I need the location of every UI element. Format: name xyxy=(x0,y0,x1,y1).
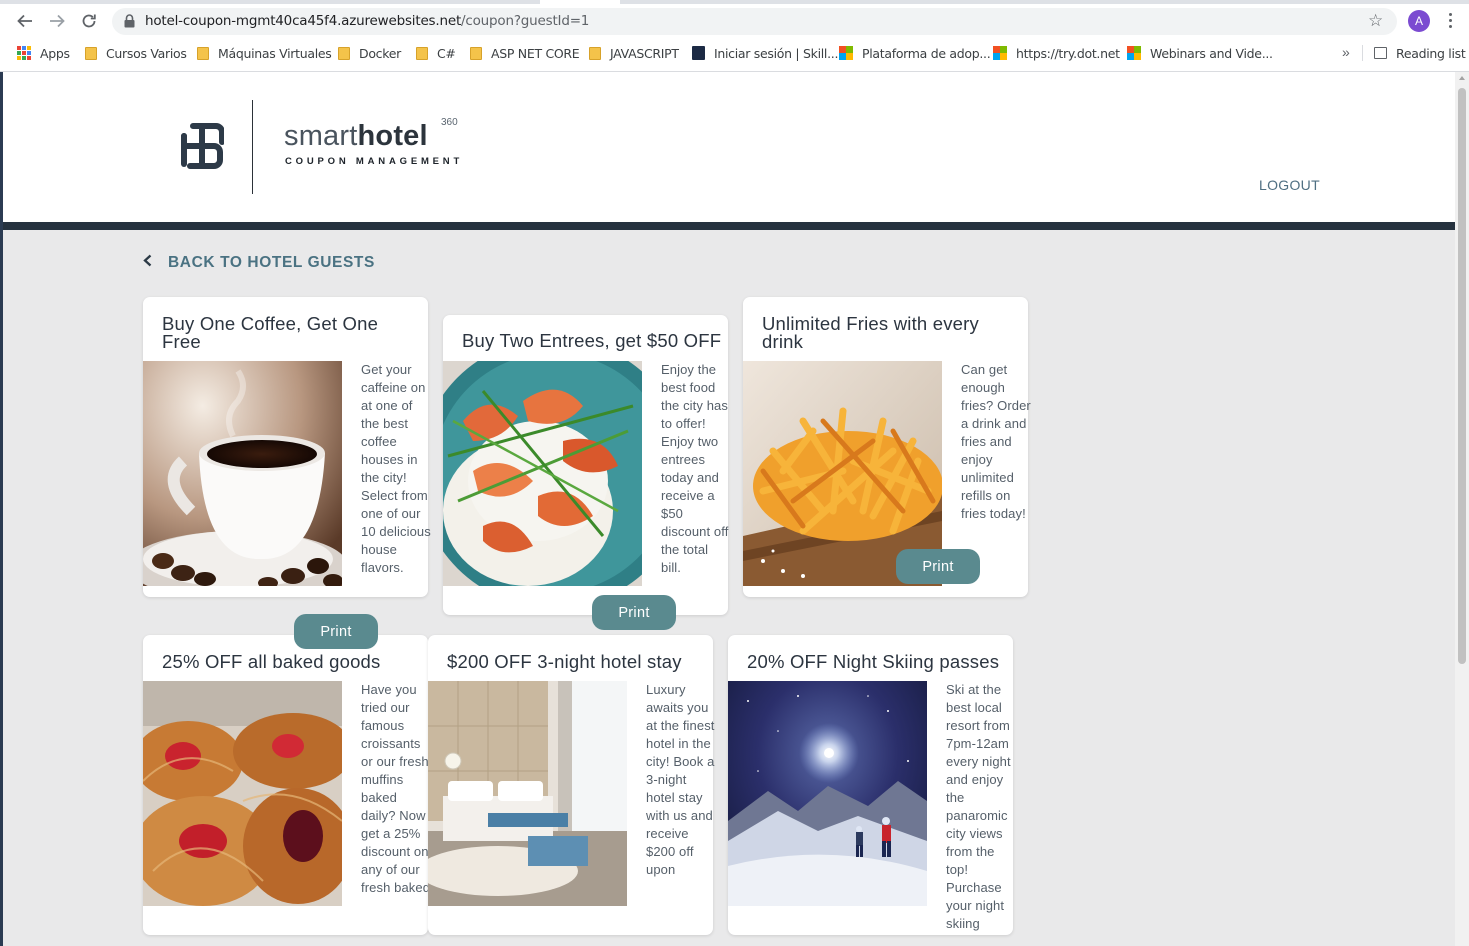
night-skiing-image xyxy=(728,681,927,906)
header-divider-bar xyxy=(3,222,1455,230)
coupon-description: Have you tried our famous croissants or … xyxy=(361,682,431,895)
reading-list-button[interactable]: Reading list xyxy=(1374,42,1466,64)
coupon-description: Enjoy the best food the city has to offe… xyxy=(661,362,729,575)
logo-divider xyxy=(252,100,253,194)
back-to-guests-link[interactable]: BACK TO HOTEL GUESTS xyxy=(143,254,375,272)
coupon-title: Buy One Coffee, Get One Free xyxy=(162,313,379,352)
coupon-card: Buy Two Entrees, get $50 OFF Enjoy the b… xyxy=(443,315,728,615)
print-button[interactable]: Print xyxy=(896,549,980,584)
coupon-description: Luxury awaits you at the finest hotel in… xyxy=(646,682,715,877)
reading-list-icon xyxy=(1374,47,1387,59)
microsoft-icon xyxy=(1127,46,1141,60)
coupon-title: Buy Two Entrees, get $50 OFF xyxy=(462,330,722,351)
brand-name: smarthotel xyxy=(284,120,428,152)
forward-arrow-icon[interactable] xyxy=(45,9,69,33)
folder-icon xyxy=(470,46,482,60)
folder-icon xyxy=(197,46,209,60)
bookmark-star-icon[interactable]: ☆ xyxy=(1368,11,1383,31)
bookmark-try-dot-net[interactable]: https://try.dot.net xyxy=(993,42,1120,64)
bookmark-webinars[interactable]: Webinars and Vide... xyxy=(1127,42,1273,64)
coupon-description: Can get enough fries? Order a drink and … xyxy=(961,362,1031,521)
folder-icon xyxy=(589,46,601,60)
brand-superscript: 360 xyxy=(441,117,458,128)
lock-icon xyxy=(124,14,135,33)
coupon-title: 20% OFF Night Skiing passes xyxy=(747,651,1000,672)
page-scrollbar[interactable] xyxy=(1455,72,1469,946)
bookmark-maquinas-virtuales[interactable]: Máquinas Virtuales xyxy=(197,42,332,64)
folder-icon xyxy=(85,46,97,60)
bookmarks-divider xyxy=(1362,45,1363,61)
coupon-card: Unlimited Fries with every drink Can get… xyxy=(743,297,1031,597)
coupon-card: 25% OFF all baked goods Have you tried o… xyxy=(143,635,431,935)
brand-subtitle: COUPON MANAGEMENT xyxy=(285,156,464,167)
shrimp-entree-image xyxy=(443,361,642,586)
bookmark-plataforma[interactable]: Plataforma de adop... xyxy=(839,42,991,64)
coupon-title: $200 OFF 3-night hotel stay xyxy=(447,651,682,672)
coupon-description: Get your caffeine on at one of the best … xyxy=(361,362,431,575)
print-button[interactable]: Print xyxy=(592,595,676,630)
folder-icon xyxy=(416,46,428,60)
coupon-description: Ski at the best local resort from 7pm-12… xyxy=(946,682,1011,931)
more-menu-icon[interactable] xyxy=(1444,10,1458,32)
coupon-title: 25% OFF all baked goods xyxy=(162,651,381,672)
coupon-card: Buy One Coffee, Get One Free Get your ca… xyxy=(143,297,431,597)
microsoft-icon xyxy=(993,46,1007,60)
coupon-title: Unlimited Fries with every drink xyxy=(762,313,979,352)
smarthotel-logo-icon xyxy=(178,122,225,175)
bookmark-csharp[interactable]: C# xyxy=(416,42,456,64)
hotel-room-image xyxy=(428,681,627,906)
scrollbar-thumb[interactable] xyxy=(1458,88,1466,664)
bookmark-skillsoft[interactable]: Iniciar sesión | Skill... xyxy=(692,42,838,64)
microsoft-icon xyxy=(839,46,853,60)
bookmark-cursos-varios[interactable]: Cursos Varios xyxy=(85,42,187,64)
profile-avatar[interactable]: A xyxy=(1408,10,1430,32)
bookmark-apps[interactable]: Apps xyxy=(17,42,70,64)
more-bookmarks-chevron-icon[interactable]: » xyxy=(1342,44,1350,60)
coupon-card: $200 OFF 3-night hotel stay Luxury await… xyxy=(428,635,715,935)
bookmark-docker[interactable]: Docker xyxy=(338,42,401,64)
print-button[interactable]: Print xyxy=(294,614,378,649)
browser-toolbar: hotel-coupon-mgmt40ca45f4.azurewebsites.… xyxy=(0,0,1469,72)
coupon-card: 20% OFF Night Skiing passes Ski at the b… xyxy=(728,635,1013,935)
apps-grid-icon xyxy=(17,46,31,60)
pastries-image xyxy=(143,681,342,906)
bookmark-javascript[interactable]: JAVASCRIPT xyxy=(589,42,679,64)
back-arrow-icon[interactable] xyxy=(13,9,37,33)
folder-icon xyxy=(338,46,350,60)
coffee-cup-image xyxy=(143,361,342,586)
chevron-left-icon xyxy=(143,254,152,272)
address-bar[interactable]: hotel-coupon-mgmt40ca45f4.azurewebsites.… xyxy=(112,8,1397,35)
bookmark-asp-net-core[interactable]: ASP NET CORE xyxy=(470,42,580,64)
tab-strip xyxy=(0,0,1469,4)
skillsoft-icon xyxy=(692,46,705,60)
logout-link[interactable]: LOGOUT xyxy=(1259,177,1320,193)
url-text: hotel-coupon-mgmt40ca45f4.azurewebsites.… xyxy=(145,13,590,29)
reload-icon[interactable] xyxy=(77,9,101,33)
